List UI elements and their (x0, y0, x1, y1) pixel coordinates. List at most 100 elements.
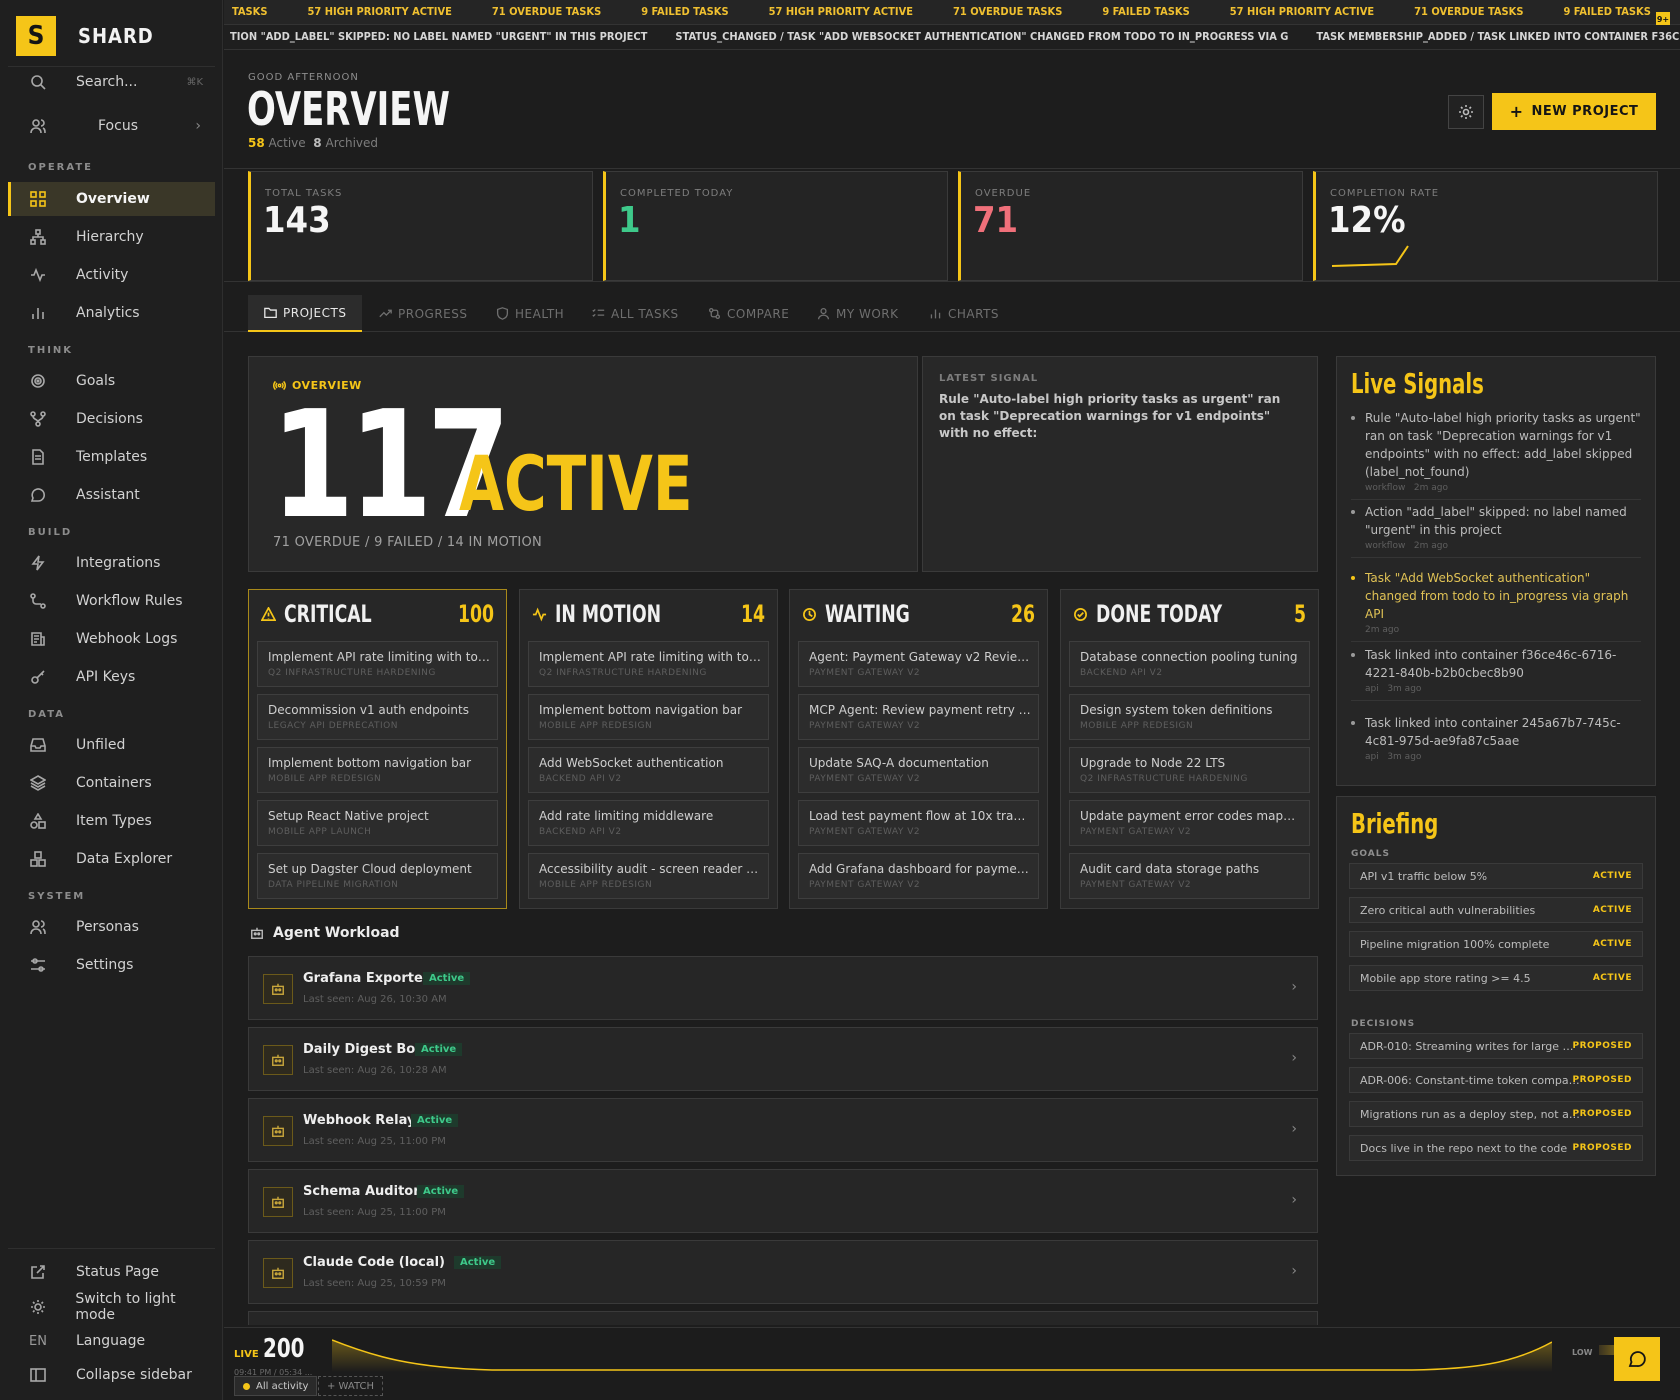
stat-completion-rate[interactable]: COMPLETION RATE 12% (1313, 171, 1658, 281)
stat-label: COMPLETED TODAY (620, 188, 734, 199)
task-card[interactable]: Decommission v1 auth endpoints LEGACY API… (257, 694, 498, 740)
warning-icon (261, 606, 276, 621)
sidebar-item-item-types[interactable]: Item Types (8, 804, 215, 838)
signal-item[interactable]: Task "Add WebSocket authentication" chan… (1351, 569, 1641, 642)
signal-item[interactable]: Task linked into container 245a67b7-745c… (1351, 714, 1641, 768)
tab-charts[interactable]: CHARTS (929, 295, 999, 332)
task-card[interactable]: Update SAQ-A documentation PAYMENT GATEWA… (798, 747, 1039, 793)
task-card[interactable]: MCP Agent: Review payment retry m... PAYM… (798, 694, 1039, 740)
sidebar-item-api-keys[interactable]: API Keys (8, 660, 215, 694)
completion-sparkline (1331, 245, 1409, 267)
ticker-item: 57 HIGH PRIORITY ACTIVE (768, 5, 914, 18)
goal-item[interactable]: Pipeline migration 100% complete ACTIVE (1349, 931, 1643, 957)
notification-badge[interactable]: 9+ (1656, 12, 1670, 26)
agent-row[interactable]: Daily Digest Bot Active Last seen: Aug 26,… (248, 1027, 1318, 1091)
stat-completed-today[interactable]: COMPLETED TODAY 1 (603, 171, 948, 281)
decision-item[interactable]: Docs live in the repo next to the code PR… (1349, 1135, 1643, 1161)
sidebar-item-integrations[interactable]: Integrations (8, 546, 215, 580)
sidebar-item-goals[interactable]: Goals (8, 364, 215, 398)
sidebar-language[interactable]: EN Language (8, 1324, 215, 1358)
tab-progress[interactable]: PROGRESS (379, 295, 467, 332)
signal-item[interactable]: Task linked into container f36ce46c-6716… (1351, 646, 1641, 701)
sidebar-item-analytics[interactable]: Analytics (8, 296, 215, 330)
tab-projects[interactable]: PROJECTS (248, 295, 363, 332)
ticker-item: 57 HIGH PRIORITY ACTIVE (1229, 5, 1375, 18)
sidebar-item-overview[interactable]: Overview (8, 182, 215, 216)
sidebar-item-decisions[interactable]: Decisions (8, 402, 215, 436)
signal-dot (1351, 416, 1355, 420)
signal-time: 2m ago (1413, 541, 1449, 551)
all-activity-filter[interactable]: All activity (234, 1376, 318, 1396)
task-project: BACKEND API V2 (539, 827, 622, 837)
sidebar-focus[interactable]: Focus › (8, 109, 215, 143)
sidebar-item-workflow-rules[interactable]: Workflow Rules (8, 584, 215, 618)
task-card[interactable]: Add WebSocket authentication BACKEND API … (528, 747, 769, 793)
task-card[interactable]: Agent: Payment Gateway v2 Review ... PAYM… (798, 641, 1039, 687)
sidebar-collapse[interactable]: Collapse sidebar (8, 1358, 215, 1392)
watch-button[interactable]: + WATCH (318, 1376, 383, 1396)
decision-item[interactable]: Migrations run as a deploy step, not at … (1349, 1101, 1643, 1127)
stat-label: OVERDUE (975, 188, 1032, 199)
sidebar-item-hierarchy[interactable]: Hierarchy (8, 220, 215, 254)
sidebar-item-templates[interactable]: Templates (8, 440, 215, 474)
task-card[interactable]: Implement bottom navigation bar MOBILE AP… (528, 694, 769, 740)
sidebar-theme-toggle[interactable]: Switch to light mode (8, 1290, 215, 1324)
task-card[interactable]: Audit card data storage paths PAYMENT GAT… (1069, 853, 1310, 899)
task-title: Setup React Native project (268, 809, 429, 823)
task-card[interactable]: Set up Dagster Cloud deployment DATA PIPE… (257, 853, 498, 899)
new-project-button[interactable]: + NEW PROJECT (1492, 93, 1656, 130)
chat-button[interactable] (1614, 1337, 1660, 1381)
brand[interactable]: S SHARD (16, 16, 154, 56)
signal-text: Action "add_label" skipped: no label nam… (1365, 505, 1627, 537)
task-card[interactable]: Database connection pooling tuning BACKEN… (1069, 641, 1310, 687)
task-card[interactable]: Implement bottom navigation bar MOBILE AP… (257, 747, 498, 793)
stat-overdue[interactable]: OVERDUE 71 (958, 171, 1303, 281)
sidebar-item-webhook-logs[interactable]: Webhook Logs (8, 622, 215, 656)
task-card[interactable]: Setup React Native project MOBILE APP LAU… (257, 800, 498, 846)
task-card[interactable]: Add Grafana dashboard for payment ... PAY… (798, 853, 1039, 899)
signal-item[interactable]: Rule "Auto-label high priority tasks as … (1351, 409, 1641, 500)
task-card[interactable]: Accessibility audit - screen reader su..… (528, 853, 769, 899)
agent-row[interactable]: Webhook Relay Active Last seen: Aug 25, 11… (248, 1098, 1318, 1162)
settings-button[interactable] (1448, 95, 1484, 129)
task-card[interactable]: Implement API rate limiting with toke...… (257, 641, 498, 687)
sidebar-item-data-explorer[interactable]: Data Explorer (8, 842, 215, 876)
agent-row[interactable] (248, 1311, 1318, 1325)
sidebar-item-activity[interactable]: Activity (8, 258, 215, 292)
signal-source: workflow (1365, 541, 1406, 551)
sidebar-item-assistant[interactable]: Assistant (8, 478, 215, 512)
task-card[interactable]: Implement API rate limiting with toke...… (528, 641, 769, 687)
task-card[interactable]: Add rate limiting middleware BACKEND API … (528, 800, 769, 846)
column-title: IN MOTION (555, 600, 662, 628)
task-card[interactable]: Design system token definitions MOBILE AP… (1069, 694, 1310, 740)
decision-item[interactable]: ADR-006: Constant-time token compari... P… (1349, 1067, 1643, 1093)
sidebar-item-settings[interactable]: Settings (8, 948, 215, 982)
sidebar-item-unfiled[interactable]: Unfiled (8, 728, 215, 762)
signal-item[interactable]: Action "add_label" skipped: no label nam… (1351, 503, 1641, 558)
tab-my-work[interactable]: MY WORK (817, 295, 899, 332)
goal-item[interactable]: API v1 traffic below 5% ACTIVE (1349, 863, 1643, 889)
signal-meta: workflow 2m ago (1365, 483, 1641, 493)
sidebar-status-page[interactable]: Status Page (8, 1255, 215, 1289)
agent-row[interactable]: Claude Code (local) Active Last seen: Aug … (248, 1240, 1318, 1304)
column-critical: CRITICAL 100 Implement API rate limiting w… (248, 589, 507, 909)
sidebar-search[interactable]: Search... ⌘K (8, 65, 215, 99)
tab-all-tasks[interactable]: ALL TASKS (592, 295, 679, 332)
goal-item[interactable]: Mobile app store rating >= 4.5 ACTIVE (1349, 965, 1643, 991)
sidebar-item-containers[interactable]: Containers (8, 766, 215, 800)
users-icon (28, 917, 48, 937)
agent-row[interactable]: Schema Auditor Active Last seen: Aug 25, 1… (248, 1169, 1318, 1233)
tab-health[interactable]: HEALTH (496, 295, 564, 332)
task-card[interactable]: Upgrade to Node 22 LTS Q2 INFRASTRUCTURE … (1069, 747, 1310, 793)
stat-total-tasks[interactable]: TOTAL TASKS 143 (248, 171, 593, 281)
task-card[interactable]: Update payment error codes mapping PAYMEN… (1069, 800, 1310, 846)
sun-icon (28, 1297, 47, 1317)
goal-item[interactable]: Zero critical auth vulnerabilities ACTIVE (1349, 897, 1643, 923)
tab-compare[interactable]: COMPARE (708, 295, 789, 332)
decision-item[interactable]: ADR-010: Streaming writes for large ba..… (1349, 1033, 1643, 1059)
workflow-icon (28, 591, 48, 611)
task-card[interactable]: Load test payment flow at 10x traffic PAY… (798, 800, 1039, 846)
agent-row[interactable]: Grafana Exporter Active Last seen: Aug 26,… (248, 956, 1318, 1020)
sidebar-item-personas[interactable]: Personas (8, 910, 215, 944)
robot-icon (263, 1187, 293, 1217)
